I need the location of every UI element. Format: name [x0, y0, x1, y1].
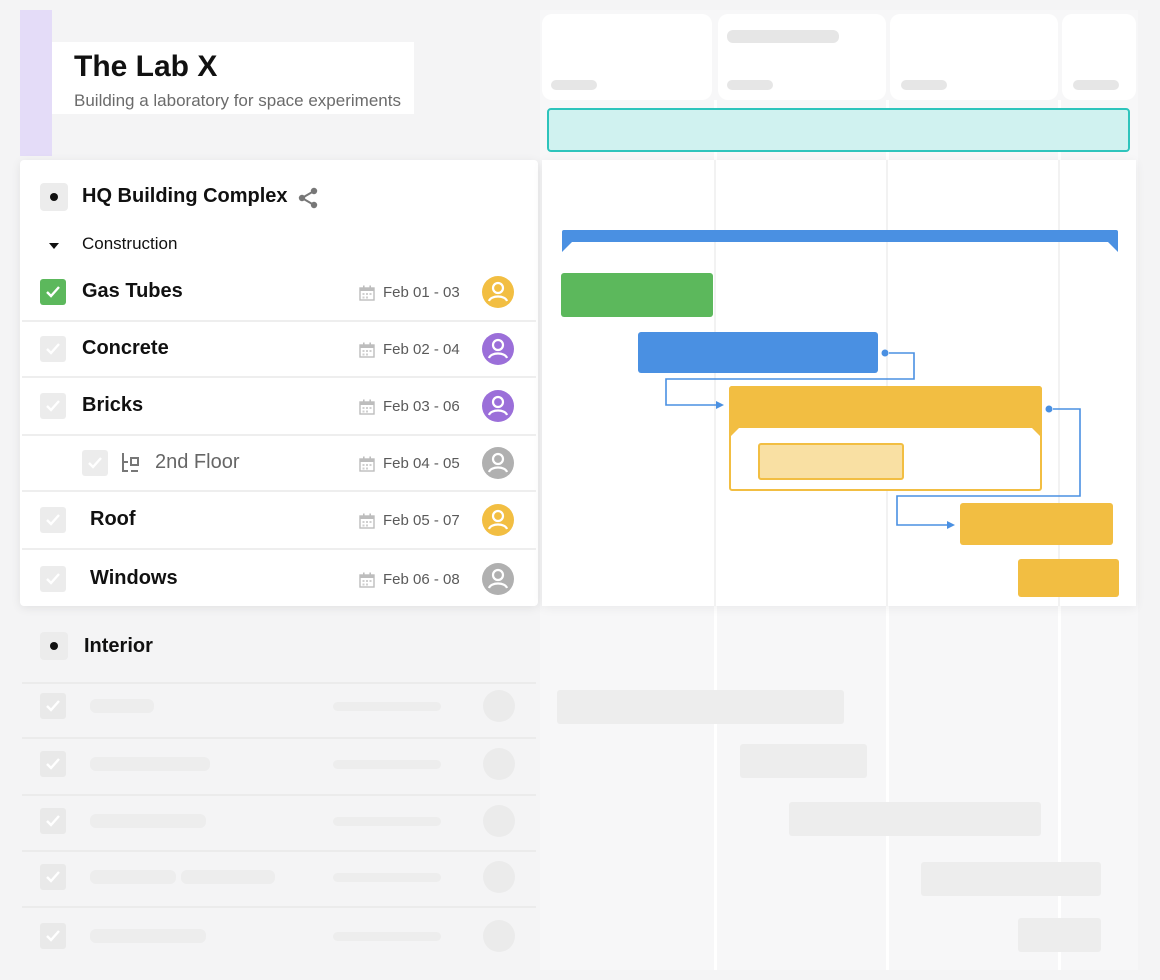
placeholder-date: [333, 702, 441, 711]
placeholder-checkbox: [40, 864, 66, 890]
placeholder-checkbox: [40, 693, 66, 719]
placeholder-text: [90, 757, 210, 771]
placeholder-bar: [740, 744, 867, 778]
placeholder-text: [90, 870, 176, 884]
placeholder-date: [333, 760, 441, 769]
placeholder-divider: [22, 906, 536, 908]
placeholder-text: [90, 814, 206, 828]
group2-title[interactable]: Interior: [84, 635, 153, 658]
placeholder-text: [90, 699, 154, 713]
placeholder-divider: [22, 682, 536, 684]
placeholder-avatar: [483, 920, 515, 952]
placeholder-date: [333, 817, 441, 826]
group-bullet-icon[interactable]: [40, 632, 68, 660]
placeholder-bar: [921, 862, 1101, 896]
placeholder-text: [90, 929, 206, 943]
placeholder-checkbox: [40, 808, 66, 834]
placeholder-divider: [22, 737, 536, 739]
placeholder-avatar: [483, 805, 515, 837]
placeholder-checkbox: [40, 923, 66, 949]
placeholder-avatar: [483, 861, 515, 893]
placeholder-date: [333, 932, 441, 941]
placeholder-checkbox: [40, 751, 66, 777]
placeholder-bar: [789, 802, 1041, 836]
placeholder-bar: [557, 690, 844, 724]
placeholder-bar: [1018, 918, 1101, 952]
placeholder-divider: [22, 850, 536, 852]
placeholder-date: [333, 873, 441, 882]
placeholder-text: [181, 870, 275, 884]
placeholder-avatar: [483, 690, 515, 722]
placeholder-avatar: [483, 748, 515, 780]
placeholder-divider: [22, 794, 536, 796]
